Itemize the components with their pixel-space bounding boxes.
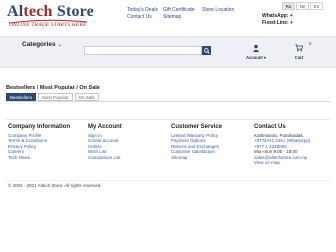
fixed-line-contact[interactable]: Fixed-Line: + <box>262 20 293 27</box>
whatsapp-contact[interactable]: WhatsApp: + <box>262 13 293 20</box>
footer-link-tech-news[interactable]: Tech News <box>8 155 70 160</box>
search-box <box>84 46 202 55</box>
footer-link-comparison-list[interactable]: Comparison List <box>88 155 122 160</box>
footer-heading-account: My Account <box>88 124 122 130</box>
top-link-store-location[interactable]: Store Location <box>202 7 234 14</box>
top-link-contact-us[interactable]: Contact Us <box>127 14 158 21</box>
cart-icon <box>295 44 304 52</box>
cart-count-badge: 0 <box>309 41 312 46</box>
tab-on-sale[interactable]: On Sale <box>74 93 99 101</box>
cart-label: Cart <box>294 55 304 60</box>
tab-bestsellers[interactable]: Bestsellers <box>6 93 37 101</box>
categories-label: Categories <box>22 41 56 48</box>
top-links-group-1: Today's Deals Contact Us <box>127 7 158 21</box>
footer-column-contact: Contact Us Kathmandu, Putalisadak +97797… <box>254 124 310 165</box>
store-logo[interactable]: Altech Store ONLINE TRADE STARTS HERE <box>7 3 94 33</box>
footer-link-sitemap[interactable]: Sitemap <box>171 155 222 160</box>
footer-column-company: Company Information Company Profile Term… <box>8 124 70 160</box>
logo-tagline: ONLINE TRADE STARTS HERE <box>9 22 87 28</box>
top-link-sitemap[interactable]: Sitemap <box>163 14 195 21</box>
account-label: Account ▾ <box>245 55 266 60</box>
tab-most-popular[interactable]: Most Popular <box>38 93 73 101</box>
language-option-ru[interactable]: Ru <box>282 2 295 10</box>
search-button[interactable] <box>202 46 211 55</box>
language-switcher: Ru Ne En <box>282 2 323 10</box>
top-links-group-3: Store Location <box>202 7 234 14</box>
top-link-todays-deals[interactable]: Today's Deals <box>127 7 158 14</box>
site-header: Altech Store ONLINE TRADE STARTS HERE To… <box>0 0 336 36</box>
product-tabs: Bestsellers Most Popular On Sale <box>6 93 99 101</box>
cart-button[interactable]: Cart <box>289 44 309 60</box>
footer-heading-company: Company Information <box>8 124 71 130</box>
footer-map-link[interactable]: View on map <box>254 160 310 165</box>
search-icon <box>203 47 210 54</box>
header-contact: WhatsApp: + Fixed-Line: + <box>262 13 293 26</box>
categories-menu[interactable]: Categories ⌄ <box>22 41 62 48</box>
top-link-gift-certificate[interactable]: Gift Certificate <box>163 7 195 14</box>
tabs-divider <box>6 101 330 102</box>
copyright-divider <box>6 180 330 181</box>
product-section-title: Bestsellers / Most Popular / On Sale <box>6 85 100 91</box>
footer-link-satisfaction[interactable]: Customer Satisfaction <box>171 149 222 154</box>
footer-column-service: Customer Service Limited Warranty Policy… <box>171 124 222 160</box>
language-option-ne[interactable]: Ne <box>296 2 309 10</box>
nav-bar: Categories ⌄ Account ▾ Cart 0 <box>0 36 336 68</box>
footer-column-account: My Account Sign in Create account Orders… <box>88 124 122 160</box>
language-option-en[interactable]: En <box>310 2 323 10</box>
footer-heading-contact: Contact Us <box>254 124 286 130</box>
chevron-down-icon: ⌄ <box>57 42 62 48</box>
footer-heading-service: Customer Service <box>171 124 223 130</box>
search-input[interactable] <box>85 47 201 54</box>
account-menu[interactable]: Account ▾ <box>244 44 268 60</box>
user-icon <box>252 44 260 52</box>
footer-divider <box>6 119 330 120</box>
copyright-text: © 2004 - 2021 Altech Store. All rights r… <box>8 183 102 188</box>
top-links-group-2: Gift Certificate Sitemap <box>163 7 195 21</box>
